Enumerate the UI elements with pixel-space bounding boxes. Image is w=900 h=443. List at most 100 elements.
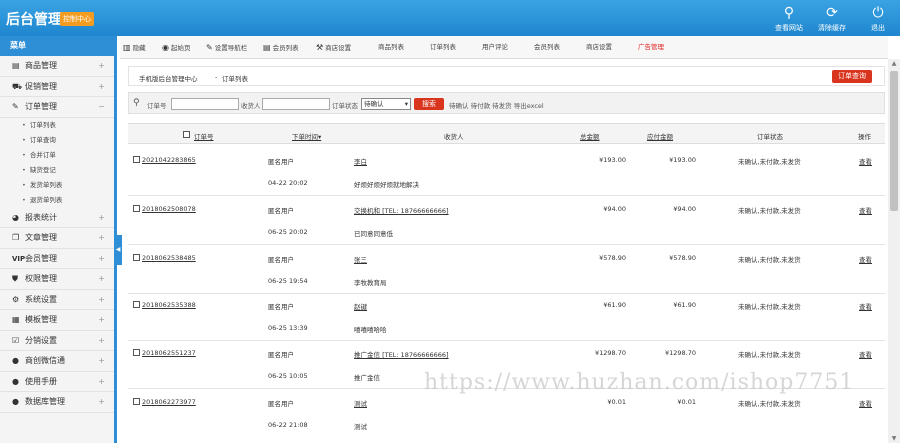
view-link[interactable]: 查看 [859,349,872,359]
nav-user-comments[interactable]: 用户评论 [482,36,508,59]
breadcrumb-home[interactable]: 手机版后台管理中心 [139,73,198,83]
search-icon: ⚲ [133,98,140,108]
nav-product-list[interactable]: 商品列表 [378,36,404,59]
breadcrumb-current: 订单列表 [222,75,248,83]
view-link[interactable]: 查看 [859,398,872,408]
sidebar-subitem-shipping-list[interactable]: 发货单列表 [0,178,114,193]
consignee-link[interactable]: 测试 [354,398,367,408]
control-center-badge[interactable]: 控制中心 [60,12,94,26]
quick-nav-bar: ▥ 隐藏 ◉ 起始页 ✎ 设置导航栏 ▤ 会员列表 ⚒ 商店设置 商品列表 订单列表 用户… [120,36,888,59]
nav-start-page[interactable]: ◉ 起始页 [162,36,190,59]
order-no-link[interactable]: 2018062508078 [142,205,196,213]
order-no-input[interactable] [171,98,239,110]
sidebar-collapse-handle[interactable]: ◀ [114,235,122,265]
table-row: 2018062535388 匿名用户 06-25 13:39 赵键 嘻嘻嘻哈哈 … [128,293,885,341]
template-icon: ▦ [12,315,20,324]
consignee-input[interactable] [262,98,330,110]
nav-member-list-2[interactable]: 会员列表 [534,36,560,59]
status-select[interactable]: 待确认 ▾ [361,98,411,110]
nav-store-settings-2[interactable]: 商店设置 [586,36,612,59]
sidebar-subitem-order-query[interactable]: 订单查询 [0,133,114,148]
sidebar-item-orders[interactable]: ✎ 订单管理 − [0,97,114,118]
sidebar-item-articles[interactable]: ❐ 文章管理 + [0,228,114,249]
breadcrumb-sep: - [215,73,218,81]
search-bar: ⚲ 订单号 收货人 订单状态 待确认 ▾ 搜索 待确认 待付款 待发货 导出exc… [128,92,885,114]
exit-button[interactable]: ⏻ 退出 [857,5,899,33]
hammer-icon: ⚒ [316,43,324,52]
col-order-no[interactable]: 订单号 [194,131,214,141]
sidebar-item-manual[interactable]: ● 使用手册 + [0,372,114,392]
order-no-link[interactable]: 2018062273977 [142,398,196,406]
checkbox-icon: ☑ [12,335,20,345]
power-icon: ⏻ [872,5,884,21]
scrollbar-thumb[interactable] [890,71,898,211]
shield-icon: ⛊ [12,274,18,283]
sidebar-item-members[interactable]: VIP会员管理 + [0,249,114,269]
sidebar-item-products[interactable]: ▤ 商品管理 + [0,56,114,77]
table-row: 2021042283865 匿名用户 04-22 20:02 李白 好烦好烦好烦… [128,148,885,196]
gear-icon: ⚙ [12,294,20,304]
consignee-link[interactable]: 交换机和 [TEL: 18766666666] [354,205,449,215]
copy-icon: ❐ [12,233,20,242]
sidebar-subitem-order-list[interactable]: 订单列表 [0,118,114,133]
chat-icon: ● [12,356,19,365]
view-link[interactable]: 查看 [859,301,872,311]
nav-member-list[interactable]: ▤ 会员列表 [263,36,299,59]
edit-icon: ✎ [12,102,19,111]
nav-order-list[interactable]: 订单列表 [430,36,456,59]
col-order-time[interactable]: 下单时间▾ [292,131,321,141]
search-button[interactable]: 搜索 [414,98,444,110]
table-row: 2018062538485 匿名用户 06-25 19:54 张三 李牧教育局 … [128,246,885,294]
scroll-down-icon[interactable]: ▼ [888,435,900,442]
nav-hide[interactable]: ▥ 隐藏 [123,36,146,59]
sidebar-item-wechat[interactable]: ● 商创微信通 + [0,351,114,372]
sidebar-header: 菜单 [0,36,114,56]
order-no-link[interactable]: 2018062535388 [142,301,196,309]
clear-cache-button[interactable]: ⟳ 清除缓存 [811,5,853,33]
nav-ad-management[interactable]: 广告管理 [638,36,664,59]
search-icon: ⚲ [783,5,795,21]
sidebar-item-database[interactable]: ● 数据库管理 + [0,392,114,413]
col-consignee: 收货人 [444,133,464,141]
consignee-link[interactable]: 李白 [354,156,367,166]
view-link[interactable]: 查看 [859,205,872,215]
consignee-link[interactable]: 赵键 [354,301,367,311]
view-site-button[interactable]: ⚲ 查看网站 [768,5,810,33]
col-operation: 操作 [858,133,871,141]
chevron-down-icon: ▾ [404,100,408,108]
sidebar-item-distribution[interactable]: ☑ 分销设置 + [0,331,114,351]
order-no-link[interactable]: 2021042283865 [142,156,196,164]
watermark: https://www.huzhan.com/ishop7751 [424,370,855,395]
sidebar-item-reports[interactable]: ◕ 报表统计 + [0,208,114,228]
order-query-button[interactable]: 订单查询 [832,70,872,83]
cart-icon: ⛟ [12,81,23,91]
view-link[interactable]: 查看 [859,156,872,166]
consignee-label: 收货人 [241,102,261,110]
view-link[interactable]: 查看 [859,254,872,264]
order-no-link[interactable]: 2018062538485 [142,254,196,262]
sidebar-item-permissions[interactable]: ⛊ 权限管理 + [0,269,114,290]
breadcrumb: 手机版后台管理中心 - 订单列表 订单查询 [128,66,885,86]
sidebar-item-promotions[interactable]: ⛟ 促销管理 + [0,77,114,97]
nav-set-navbar[interactable]: ✎ 设置导航栏 [206,36,247,59]
box-icon: ▤ [12,61,20,70]
col-total[interactable]: 总金额 [580,131,600,141]
sidebar-item-templates[interactable]: ▦ 模板管理 + [0,310,114,331]
order-no-link[interactable]: 2018062551237 [142,349,196,357]
columns-icon: ▥ [123,43,131,52]
sidebar-subitem-out-of-stock[interactable]: 缺货登记 [0,163,114,178]
sidebar-subitem-merge-orders[interactable]: 合并订单 [0,148,114,163]
vertical-scrollbar[interactable]: ▲ ▼ [888,59,900,443]
consignee-link[interactable]: 推广金信 [TEL: 18766666666] [354,349,449,359]
scroll-up-icon[interactable]: ▲ [888,60,900,67]
consignee-link[interactable]: 张三 [354,254,367,264]
app-title: 后台管理 [6,12,62,28]
nav-store-settings[interactable]: ⚒ 商店设置 [316,36,351,59]
chat-icon: ● [12,397,19,406]
sidebar-item-system-settings[interactable]: ⚙ 系统设置 + [0,290,114,310]
select-all-checkbox[interactable] [183,130,192,138]
col-payable[interactable]: 应付金额 [647,131,673,141]
quick-filter-links[interactable]: 待确认 待付款 待发货 导出excel [449,100,544,110]
order-no-label: 订单号 [147,102,167,110]
sidebar-subitem-return-list[interactable]: 退货单列表 [0,193,114,208]
